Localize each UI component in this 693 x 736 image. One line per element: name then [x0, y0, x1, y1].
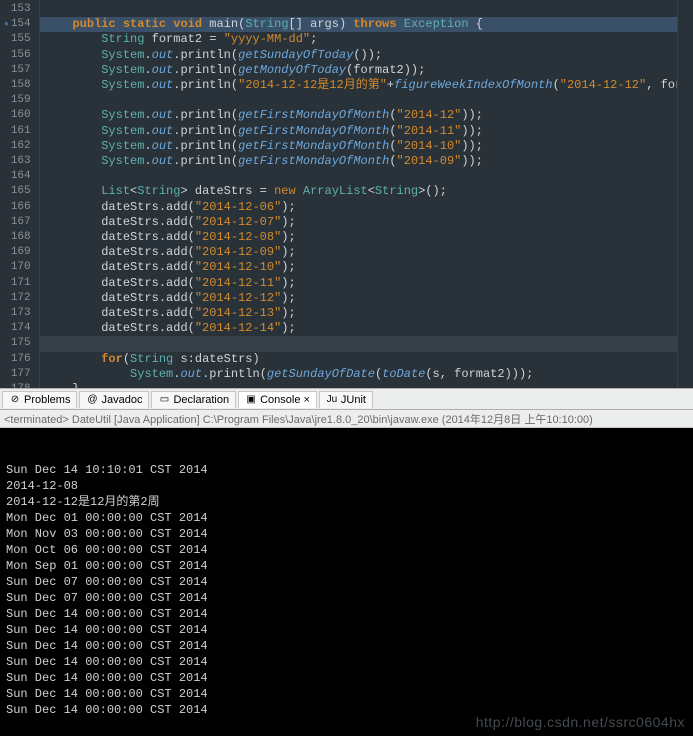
code-area[interactable]: public static void main(String[] args) t…	[40, 0, 677, 388]
line-number[interactable]: 171	[4, 276, 31, 291]
code-line[interactable]: dateStrs.add("2014-12-07");	[40, 215, 677, 230]
console-line: 2014-12-12是12月的第2周	[6, 494, 687, 510]
console-line: Mon Sep 01 00:00:00 CST 2014	[6, 558, 687, 574]
line-number[interactable]: 155	[4, 32, 31, 47]
console-line: 2014-12-08	[6, 478, 687, 494]
code-line[interactable]: }	[40, 382, 677, 388]
code-line[interactable]: dateStrs.add("2014-12-08");	[40, 230, 677, 245]
junit-icon: Ju	[326, 394, 338, 406]
line-number[interactable]: 172	[4, 291, 31, 306]
line-number[interactable]: 176	[4, 352, 31, 367]
tab-problems[interactable]: ⊘Problems	[2, 391, 77, 408]
code-line[interactable]: dateStrs.add("2014-12-10");	[40, 260, 677, 275]
line-number[interactable]: 178	[4, 382, 31, 388]
code-line[interactable]: List<String> dateStrs = new ArrayList<St…	[40, 184, 677, 199]
code-line[interactable]: dateStrs.add("2014-12-11");	[40, 276, 677, 291]
close-icon[interactable]: ×	[303, 394, 309, 406]
line-number[interactable]: 166	[4, 200, 31, 215]
console-header: <terminated> DateUtil [Java Application]…	[0, 410, 693, 428]
code-editor[interactable]: 1531541551561571581591601611621631641651…	[0, 0, 693, 388]
line-number[interactable]: 159	[4, 93, 31, 108]
line-number[interactable]: 164	[4, 169, 31, 184]
line-number[interactable]: 170	[4, 260, 31, 275]
code-line[interactable]: System.out.println(getFirstMondayOfMonth…	[40, 108, 677, 123]
line-number[interactable]: 158	[4, 78, 31, 93]
tab-label: Problems	[24, 394, 70, 406]
code-line[interactable]: dateStrs.add("2014-12-14");	[40, 321, 677, 336]
line-number[interactable]: 163	[4, 154, 31, 169]
console-line: Sun Dec 14 00:00:00 CST 2014	[6, 686, 687, 702]
code-line[interactable]: dateStrs.add("2014-12-09");	[40, 245, 677, 260]
tab-label: Console	[260, 394, 300, 406]
console-line: Mon Oct 06 00:00:00 CST 2014	[6, 542, 687, 558]
javadoc-icon: @	[86, 394, 98, 406]
declaration-icon: ▭	[158, 394, 170, 406]
console-line: Sun Dec 07 00:00:00 CST 2014	[6, 574, 687, 590]
console-line: Sun Dec 07 00:00:00 CST 2014	[6, 590, 687, 606]
console-line: Sun Dec 14 10:10:01 CST 2014	[6, 462, 687, 478]
console-line: Sun Dec 14 00:00:00 CST 2014	[6, 670, 687, 686]
tab-label: JUnit	[341, 394, 366, 406]
code-line[interactable]: public static void main(String[] args) t…	[40, 17, 677, 32]
line-number[interactable]: 173	[4, 306, 31, 321]
problems-icon: ⊘	[9, 394, 21, 406]
console-output[interactable]: Sun Dec 14 10:10:01 CST 20142014-12-0820…	[0, 428, 693, 736]
console-icon: ▣	[245, 394, 257, 406]
code-line[interactable]: String format2 = "yyyy-MM-dd";	[40, 32, 677, 47]
code-line[interactable]: System.out.println(getMondyOfToday(forma…	[40, 63, 677, 78]
line-number[interactable]: 165	[4, 184, 31, 199]
line-number[interactable]: 162	[4, 139, 31, 154]
code-line[interactable]: for(String s:dateStrs)	[40, 352, 677, 367]
code-line[interactable]: System.out.println(getFirstMondayOfMonth…	[40, 139, 677, 154]
line-number[interactable]: 169	[4, 245, 31, 260]
code-line[interactable]	[40, 336, 677, 351]
code-line[interactable]: System.out.println(getFirstMondayOfMonth…	[40, 154, 677, 169]
console-line: Sun Dec 14 00:00:00 CST 2014	[6, 622, 687, 638]
line-number[interactable]: 168	[4, 230, 31, 245]
tab-declaration[interactable]: ▭Declaration	[151, 391, 236, 408]
code-line[interactable]: dateStrs.add("2014-12-12");	[40, 291, 677, 306]
tab-junit[interactable]: JuJUnit	[319, 391, 373, 408]
line-number[interactable]: 153	[4, 2, 31, 17]
console-line: Mon Dec 01 00:00:00 CST 2014	[6, 510, 687, 526]
console-line: Mon Nov 03 00:00:00 CST 2014	[6, 526, 687, 542]
line-number[interactable]: 177	[4, 367, 31, 382]
code-line[interactable]: System.out.println(getSundayOfToday());	[40, 48, 677, 63]
console-line: Sun Dec 14 00:00:00 CST 2014	[6, 606, 687, 622]
line-number[interactable]: 174	[4, 321, 31, 336]
console-line: Sun Dec 14 00:00:00 CST 2014	[6, 654, 687, 670]
console-line: Sun Dec 14 00:00:00 CST 2014	[6, 638, 687, 654]
code-line[interactable]: dateStrs.add("2014-12-13");	[40, 306, 677, 321]
code-line[interactable]	[40, 2, 677, 17]
tab-label: Javadoc	[101, 394, 142, 406]
tab-console[interactable]: ▣Console×	[238, 391, 317, 408]
line-number[interactable]: 161	[4, 124, 31, 139]
code-line[interactable]	[40, 93, 677, 108]
line-number[interactable]: 154	[4, 17, 31, 32]
line-number[interactable]: 160	[4, 108, 31, 123]
scrollbar[interactable]	[677, 0, 693, 388]
code-line[interactable]: System.out.println(getSundayOfDate(toDat…	[40, 367, 677, 382]
code-line[interactable]	[40, 169, 677, 184]
line-number[interactable]: 167	[4, 215, 31, 230]
line-number[interactable]: 156	[4, 48, 31, 63]
views-tabbar: ⊘Problems@Javadoc▭Declaration▣Console×Ju…	[0, 388, 693, 410]
line-gutter[interactable]: 1531541551561571581591601611621631641651…	[0, 0, 40, 388]
line-number[interactable]: 175	[4, 336, 31, 351]
watermark-text: http://blog.csdn.net/ssrc0604hx	[476, 714, 685, 730]
line-number[interactable]: 157	[4, 63, 31, 78]
tab-javadoc[interactable]: @Javadoc	[79, 391, 149, 408]
tab-label: Declaration	[173, 394, 229, 406]
code-line[interactable]: dateStrs.add("2014-12-06");	[40, 200, 677, 215]
console-status: <terminated> DateUtil [Java Application]…	[4, 411, 593, 427]
code-line[interactable]: System.out.println(getFirstMondayOfMonth…	[40, 124, 677, 139]
code-line[interactable]: System.out.println("2014-12-12是12月的第"+fi…	[40, 78, 677, 93]
